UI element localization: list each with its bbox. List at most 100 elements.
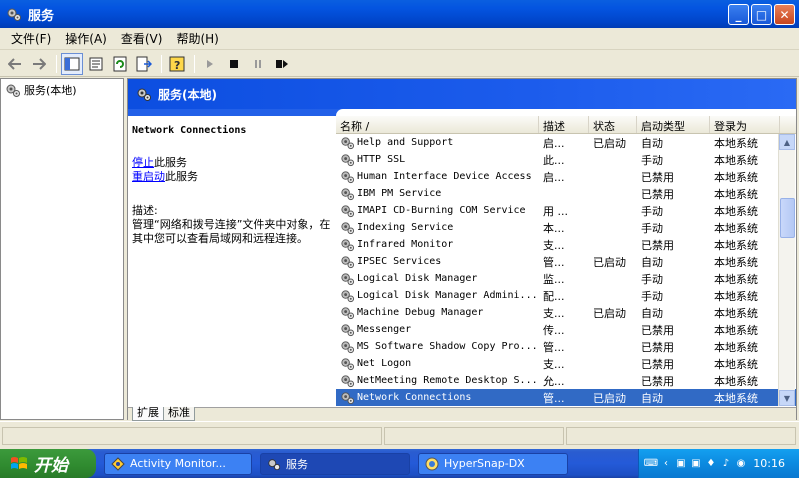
minimize-button[interactable]: _ bbox=[728, 4, 749, 25]
column-header-startup-type[interactable]: 启动类型 bbox=[637, 116, 710, 133]
table-row[interactable]: IPSEC Services 管... 已启动 自动 本地系统 bbox=[336, 253, 796, 270]
service-gear-icon bbox=[341, 392, 355, 405]
scroll-down-icon[interactable]: ▼ bbox=[779, 390, 795, 406]
back-arrow-icon[interactable] bbox=[4, 53, 26, 75]
table-row[interactable]: Messenger 传... 已禁用 本地系统 bbox=[336, 321, 796, 338]
column-header-log-on-as[interactable]: 登录为 bbox=[710, 116, 780, 133]
services-gear-icon bbox=[137, 88, 151, 101]
scroll-thumb[interactable] bbox=[780, 198, 795, 238]
table-row[interactable]: Infrared Monitor 支... 已禁用 本地系统 bbox=[336, 236, 796, 253]
service-gear-icon bbox=[341, 137, 355, 150]
title-bar[interactable]: 服务 _ □ ✕ bbox=[0, 0, 799, 28]
table-row[interactable]: Network Connections 管... 已启动 自动 本地系统 bbox=[336, 389, 796, 406]
column-header-name[interactable]: 名称 / bbox=[336, 116, 539, 133]
details-pane: 服务(本地) Network Connections 停止此服务 重启动此服务 … bbox=[127, 78, 797, 421]
network-icon[interactable]: ▣ bbox=[690, 458, 702, 470]
help-icon[interactable]: ? bbox=[166, 53, 188, 75]
menu-view[interactable]: 查看(V) bbox=[114, 30, 170, 47]
table-row[interactable]: NetMeeting Remote Desktop S... 允... 已禁用 本地系… bbox=[336, 372, 796, 389]
taskbar-button-activity-monitor[interactable]: Activity Monitor... bbox=[104, 452, 252, 475]
service-name: Net Logon bbox=[357, 358, 412, 369]
restart-icon[interactable] bbox=[271, 53, 293, 75]
service-name: HTTP SSL bbox=[357, 154, 406, 165]
column-header-status[interactable]: 状态 bbox=[589, 116, 637, 133]
cell-description: 配... bbox=[543, 289, 565, 303]
network-status-icon[interactable]: ♦ bbox=[705, 458, 717, 470]
cell-name: Indexing Service bbox=[336, 220, 539, 235]
clock[interactable]: 10:16 bbox=[753, 457, 785, 470]
service-gear-icon bbox=[341, 307, 355, 320]
cell-description: 管... bbox=[543, 255, 565, 269]
service-gear-icon bbox=[341, 256, 355, 269]
cell-name: MS Software Shadow Copy Pro... bbox=[336, 339, 539, 354]
tab-extended[interactable]: 扩展 bbox=[132, 407, 164, 421]
service-gear-icon bbox=[341, 375, 355, 388]
play-icon[interactable] bbox=[199, 53, 221, 75]
cell-description: 管... bbox=[543, 340, 565, 354]
table-row[interactable]: IMAPI CD-Burning COM Service 用 ... 手动 本地系统 bbox=[336, 202, 796, 219]
menu-file[interactable]: 文件(F) bbox=[4, 30, 58, 47]
service-name: Messenger bbox=[357, 324, 412, 335]
cell-name: Help and Support bbox=[336, 135, 539, 150]
keyboard-icon[interactable]: ⌨ bbox=[644, 458, 658, 470]
status-cell bbox=[2, 427, 382, 445]
cell-log-on-as: 本地系统 bbox=[714, 136, 758, 150]
cell-description: 此... bbox=[543, 153, 565, 167]
cell-name: IMAPI CD-Burning COM Service bbox=[336, 203, 539, 218]
service-name: Network Connections bbox=[357, 392, 472, 403]
stop-service-link[interactable]: 停止 bbox=[132, 156, 154, 169]
table-row[interactable]: Net Logon 支... 已禁用 本地系统 bbox=[336, 355, 796, 372]
tray-expand-icon[interactable]: ‹ bbox=[660, 458, 672, 470]
cell-name: Logical Disk Manager Admini... bbox=[336, 288, 539, 303]
volume-icon[interactable]: ♪ bbox=[720, 458, 732, 470]
table-row[interactable]: Machine Debug Manager 支... 已启动 自动 本地系统 bbox=[336, 304, 796, 321]
maximize-button[interactable]: □ bbox=[751, 4, 772, 25]
cell-startup-type: 手动 bbox=[641, 221, 663, 235]
taskbar-button-services[interactable]: 服务 bbox=[260, 452, 410, 475]
table-row[interactable]: Human Interface Device Access 启... 已禁用 本地系统 bbox=[336, 168, 796, 185]
service-name: Indexing Service bbox=[357, 222, 454, 233]
menu-help[interactable]: 帮助(H) bbox=[169, 30, 225, 47]
export-list-icon[interactable] bbox=[133, 53, 155, 75]
taskbar-button-hypersnap[interactable]: HyperSnap-DX bbox=[418, 452, 568, 475]
cell-status: 已启动 bbox=[593, 306, 626, 320]
network-icon[interactable]: ▣ bbox=[675, 458, 687, 470]
service-gear-icon bbox=[341, 273, 355, 286]
cell-status: 已启动 bbox=[593, 391, 626, 405]
close-button[interactable]: ✕ bbox=[774, 4, 795, 25]
restart-service-link[interactable]: 重启动 bbox=[132, 170, 165, 183]
table-row[interactable]: IBM PM Service 已禁用 本地系统 bbox=[336, 185, 796, 202]
table-row[interactable]: Logical Disk Manager Admini... 配... 手动 本地系统 bbox=[336, 287, 796, 304]
table-row[interactable]: Indexing Service 本... 手动 本地系统 bbox=[336, 219, 796, 236]
stop-icon[interactable] bbox=[223, 53, 245, 75]
services-gear-icon bbox=[6, 84, 20, 97]
cell-description: 监... bbox=[543, 272, 565, 286]
cell-status: 已启动 bbox=[593, 255, 626, 269]
scroll-up-icon[interactable]: ▲ bbox=[779, 134, 795, 150]
stop-link-suffix: 此服务 bbox=[154, 156, 187, 169]
tree-node-services-local[interactable]: 服务(本地) bbox=[1, 79, 123, 101]
shield-icon[interactable]: ◉ bbox=[735, 458, 747, 470]
service-name: MS Software Shadow Copy Pro... bbox=[357, 341, 538, 352]
forward-arrow-icon[interactable] bbox=[28, 53, 50, 75]
cell-description: 启... bbox=[543, 136, 565, 150]
cell-name: NetMeeting Remote Desktop S... bbox=[336, 373, 539, 388]
start-button[interactable]: 开始 bbox=[0, 449, 96, 478]
show-hide-tree-icon[interactable] bbox=[61, 52, 83, 75]
vertical-scrollbar[interactable]: ▲ ▼ bbox=[778, 134, 795, 406]
pause-icon[interactable] bbox=[247, 53, 269, 75]
table-row[interactable]: HTTP SSL 此... 手动 本地系统 bbox=[336, 151, 796, 168]
column-header-description[interactable]: 描述 bbox=[539, 116, 589, 133]
table-row[interactable]: Logical Disk Manager 监... 手动 本地系统 bbox=[336, 270, 796, 287]
restart-link-suffix: 此服务 bbox=[165, 170, 198, 183]
tab-standard[interactable]: 标准 bbox=[163, 407, 195, 421]
refresh-icon[interactable] bbox=[109, 53, 131, 75]
table-row[interactable]: MS Software Shadow Copy Pro... 管... 已禁用 本地系… bbox=[336, 338, 796, 355]
properties-icon[interactable] bbox=[85, 53, 107, 75]
table-row[interactable]: Help and Support 启... 已启动 自动 本地系统 bbox=[336, 134, 796, 151]
list-header: 名称 / 描述 状态 启动类型 登录为 bbox=[336, 116, 796, 134]
menu-action[interactable]: 操作(A) bbox=[58, 30, 114, 47]
cell-startup-type: 已禁用 bbox=[641, 374, 674, 388]
cell-name: Logical Disk Manager bbox=[336, 271, 539, 286]
service-gear-icon bbox=[341, 188, 355, 201]
